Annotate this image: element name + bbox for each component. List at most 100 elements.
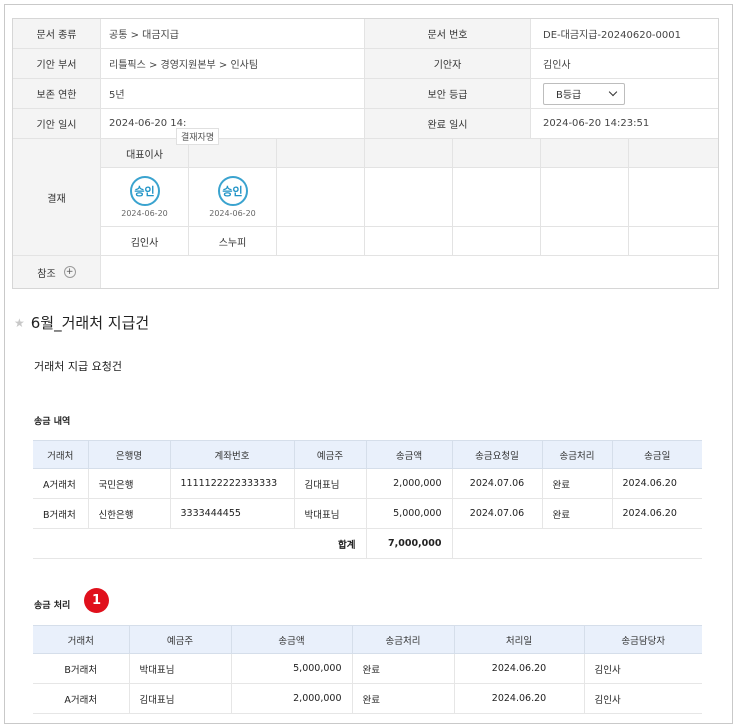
drafter-label: 기안자 [365, 49, 531, 78]
cell: A거래처 [33, 683, 130, 714]
total-row: 합계 7,000,000 [33, 528, 702, 559]
approver-slot-empty [629, 139, 718, 255]
cell: 완료 [352, 683, 455, 714]
doc-no-label: 문서 번호 [365, 19, 531, 48]
col-header: 송금액 [231, 625, 353, 654]
reference-label-cell: 참조 + [13, 256, 101, 288]
add-reference-icon[interactable]: + [63, 266, 76, 278]
cell: 2024.06.20 [612, 468, 702, 499]
document-subtitle: 거래처 지급 요청건 [34, 360, 122, 373]
approver-name-tooltip: 결재자명 [176, 128, 220, 145]
info-row-dates: 기안 일시 2024-06-20 14: 완료 일시 2024-06-20 14… [13, 109, 718, 139]
approval-date: 2024-06-20 [209, 209, 256, 218]
total-value: 7,000,000 [366, 528, 453, 559]
table-row: B거래처 박대표님 5,000,000 완료 2024.06.20 김인사 [33, 653, 702, 684]
security-select-value: B등급 [556, 90, 582, 101]
approval-section: 결재 대표이사 승인 2024-06-20 김인사 승인 2024-06-20 … [13, 139, 718, 256]
cell: 김인사 [584, 683, 702, 714]
cell: 2024.07.06 [452, 498, 543, 529]
table-row: A거래처 김대표님 2,000,000 완료 2024.06.20 김인사 [33, 683, 702, 714]
retention-label: 보존 연한 [13, 79, 101, 108]
dept-value: 리틀픽스 > 경영지원본부 > 인사팀 [101, 49, 365, 78]
cell: 2024.06.20 [454, 653, 585, 684]
col-header: 송금일 [612, 440, 702, 469]
cell: 완료 [542, 468, 613, 499]
table-header-row: 거래처 은행명 계좌번호 예금주 송금액 송금요청일 송금처리 송금일 [33, 440, 702, 469]
security-label: 보안 등급 [365, 79, 531, 108]
cell: 2,000,000 [231, 683, 353, 714]
approver-1[interactable]: 대표이사 승인 2024-06-20 김인사 [101, 139, 189, 255]
col-header: 송금요청일 [452, 440, 543, 469]
approver-name: 김인사 [130, 237, 159, 249]
approver-2[interactable]: 승인 2024-06-20 스누피 [189, 139, 277, 255]
star-icon[interactable]: ★ [14, 316, 25, 330]
approver-stamp-cell: 승인 2024-06-20 [189, 168, 276, 227]
approval-date: 2024-06-20 [121, 209, 168, 218]
document-title: ★ 6월_거래처 지급건 [14, 312, 149, 333]
col-header: 송금처리 [542, 440, 613, 469]
cell: 3333444455 [170, 498, 295, 529]
cell: 1111122222333333 [170, 468, 295, 499]
col-header: 송금담당자 [584, 625, 702, 654]
col-header: 계좌번호 [170, 440, 295, 469]
process-table: 거래처 예금주 송금액 송금처리 처리일 송금담당자 B거래처 박대표님 5,0… [33, 625, 702, 714]
col-header: 은행명 [88, 440, 171, 469]
approver-slot-empty [365, 139, 453, 255]
cell: 신한은행 [88, 498, 171, 529]
approver-slot-empty [541, 139, 629, 255]
remit-table: 거래처 은행명 계좌번호 예금주 송금액 송금요청일 송금처리 송금일 A거래처… [33, 440, 702, 559]
col-header: 송금처리 [352, 625, 455, 654]
cell: 5,000,000 [231, 653, 353, 684]
reference-value [101, 256, 718, 288]
cell: 2,000,000 [366, 468, 453, 499]
reference-label: 참조 [37, 268, 56, 280]
table-header-row: 거래처 예금주 송금액 송금처리 처리일 송금담당자 [33, 625, 702, 654]
cell: A거래처 [33, 468, 89, 499]
drafter-value: 김인사 [543, 60, 571, 71]
col-header: 거래처 [33, 625, 130, 654]
col-header: 예금주 [129, 625, 232, 654]
title-text: 6월_거래처 지급건 [30, 314, 150, 332]
info-row-retention: 보존 연한 5년 보안 등급 B등급 [13, 79, 718, 109]
doc-type-label: 문서 종류 [13, 19, 101, 48]
table-row: B거래처 신한은행 3333444455 박대표님 5,000,000 2024… [33, 498, 702, 529]
info-row-dept: 기안 부서 리틀픽스 > 경영지원본부 > 인사팀 기안자 김인사 [13, 49, 718, 79]
process-section-title: 송금 처리 [34, 601, 71, 611]
col-header: 송금액 [366, 440, 453, 469]
cell: 국민은행 [88, 468, 171, 499]
info-row-type: 문서 종류 공통 > 대금지급 문서 번호 DE-대금지급-20240620-0… [13, 19, 718, 49]
approval-stamp: 승인 [217, 176, 248, 206]
col-header: 예금주 [294, 440, 367, 469]
cell: 박대표님 [294, 498, 367, 529]
done-date-label: 완료 일시 [365, 109, 531, 138]
reference-row: 참조 + [13, 256, 718, 288]
chevron-down-icon [608, 87, 618, 97]
approval-grid: 대표이사 승인 2024-06-20 김인사 승인 2024-06-20 스누피 [101, 139, 718, 255]
cell: 김대표님 [294, 468, 367, 499]
cell: B거래처 [33, 498, 89, 529]
total-blank [452, 528, 702, 559]
col-header: 처리일 [454, 625, 585, 654]
done-date-value: 2024-06-20 14:23:51 [543, 118, 650, 129]
step-number-badge: 1 [84, 588, 109, 613]
doc-no-value: DE-대금지급-20240620-0001 [543, 30, 681, 41]
col-header: 거래처 [33, 440, 89, 469]
approver-name: 스누피 [218, 237, 247, 249]
doc-type-value: 공통 > 대금지급 [101, 19, 365, 48]
cell: 김인사 [584, 653, 702, 684]
approval-label: 결재 [13, 139, 101, 255]
cell: 박대표님 [129, 653, 232, 684]
draft-date-value: 2024-06-20 14: [101, 109, 365, 138]
table-row: A거래처 국민은행 1111122222333333 김대표님 2,000,00… [33, 468, 702, 499]
cell: 2024.07.06 [452, 468, 543, 499]
dept-label: 기안 부서 [13, 49, 101, 78]
cell: 완료 [542, 498, 613, 529]
security-select[interactable]: B등급 [543, 82, 625, 105]
approver-role: 대표이사 [101, 139, 188, 168]
approver-slot-empty [277, 139, 365, 255]
security-cell: B등급 [531, 79, 718, 108]
approver-slot-empty [453, 139, 541, 255]
document-info-table: 문서 종류 공통 > 대금지급 문서 번호 DE-대금지급-20240620-0… [12, 18, 719, 289]
cell: 5,000,000 [366, 498, 453, 529]
retention-value: 5년 [101, 79, 365, 108]
